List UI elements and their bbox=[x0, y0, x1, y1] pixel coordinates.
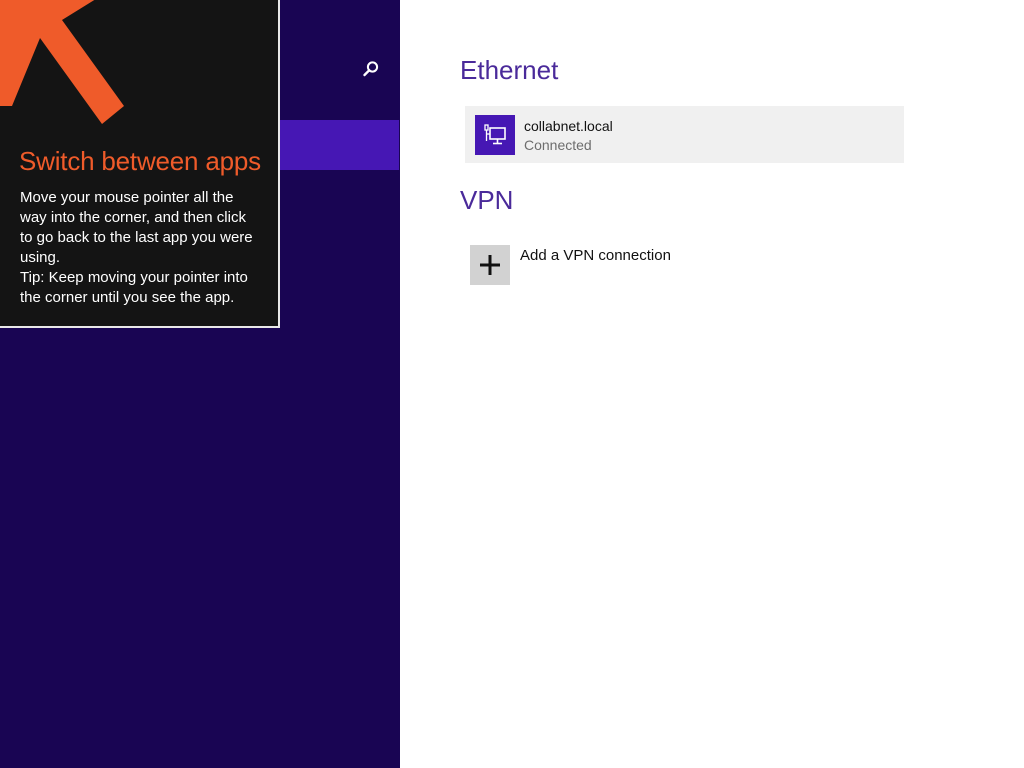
tip-flyout: Switch between apps Move your mouse poin… bbox=[0, 0, 280, 328]
vpn-heading: VPN bbox=[460, 185, 514, 215]
tip-body-line: to go back to the last app you were bbox=[20, 229, 253, 246]
network-tile-collabnet[interactable]: collabnet.local Connected bbox=[465, 106, 904, 163]
tip-body-line: using. bbox=[20, 249, 61, 266]
network-settings-screen: Switch between apps Move your mouse poin… bbox=[0, 0, 1024, 768]
add-vpn-label: Add a VPN connection bbox=[520, 247, 671, 264]
ethernet-heading: Ethernet bbox=[460, 55, 559, 85]
plus-icon bbox=[470, 245, 510, 285]
search-icon bbox=[362, 60, 380, 83]
nav-item-selected[interactable] bbox=[280, 120, 399, 170]
tip-body-line: Move your mouse pointer all the bbox=[20, 189, 234, 206]
wired-network-icon bbox=[475, 115, 515, 155]
add-vpn-button[interactable]: Add a VPN connection bbox=[470, 245, 870, 287]
tip-body-line: the corner until you see the app. bbox=[20, 289, 235, 306]
tip-body-line: way into the corner, and then click bbox=[20, 209, 246, 226]
search-button[interactable] bbox=[356, 56, 386, 86]
network-name: collabnet.local bbox=[524, 118, 613, 134]
tip-body: Move your mouse pointer all the way into… bbox=[20, 188, 265, 308]
tip-title: Switch between apps bbox=[19, 146, 261, 176]
tip-body-line: Tip: Keep moving your pointer into bbox=[20, 269, 248, 286]
network-status: Connected bbox=[524, 137, 592, 153]
content-pane: Ethernet collabnet.local Connected VPN A… bbox=[400, 0, 1024, 768]
arrow-up-left-icon bbox=[0, 0, 140, 145]
